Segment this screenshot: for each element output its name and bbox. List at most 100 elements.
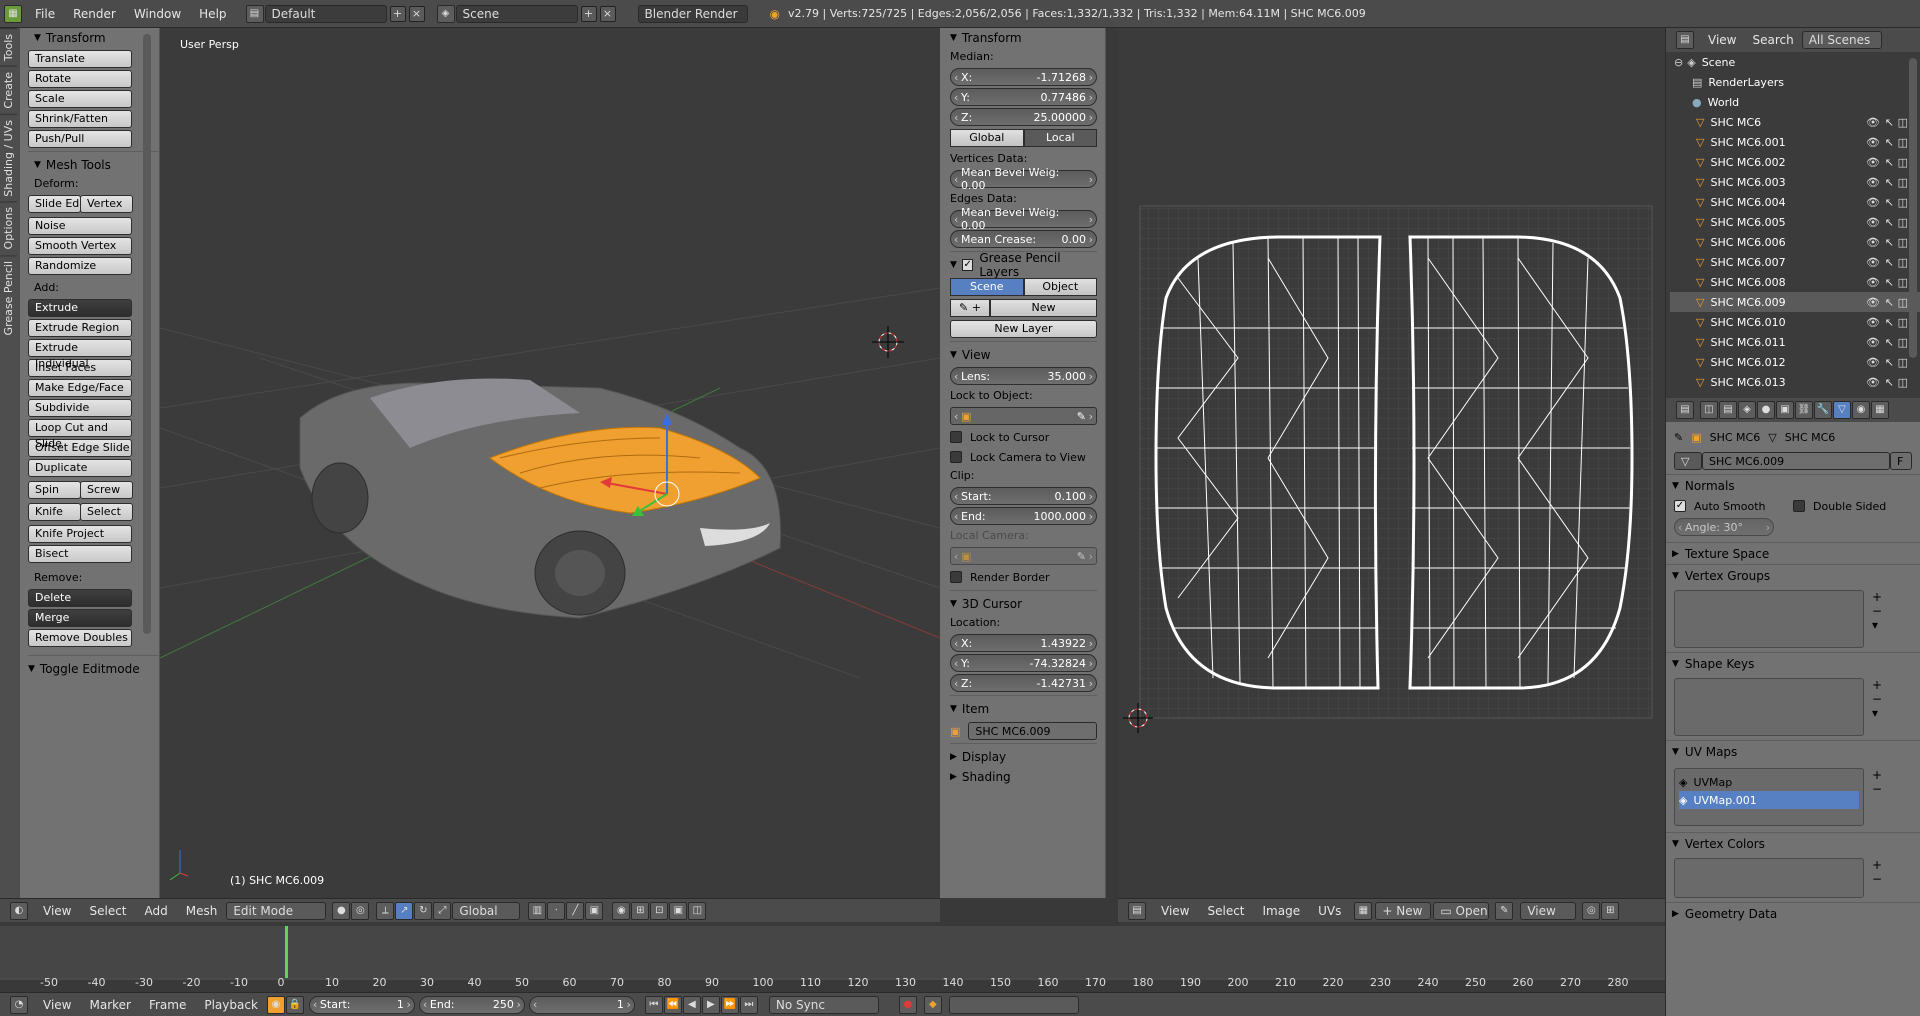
rotate-button[interactable]: Rotate <box>28 70 132 88</box>
viewport-menu-select[interactable]: Select <box>80 904 135 918</box>
clip-start-field[interactable]: Start:0.100 <box>950 487 1097 505</box>
render-icon[interactable]: ◫ <box>1898 236 1908 249</box>
uv-maps-header[interactable]: ▼ UV Maps <box>1666 740 1920 762</box>
smooth-vertex-button[interactable]: Smooth Vertex <box>28 237 132 255</box>
shading-header[interactable]: ▶ Shading <box>944 767 1097 787</box>
add-scene-icon[interactable]: + <box>580 5 597 22</box>
timeline-menu-frame[interactable]: Frame <box>140 998 195 1012</box>
render-icon[interactable]: ◫ <box>1898 276 1908 289</box>
outliner-object-row[interactable]: ▽ SHC MC6.006 👁 ↖ ◫ <box>1670 232 1920 252</box>
uv-menu-select[interactable]: Select <box>1198 904 1253 918</box>
extrude-menu[interactable]: Extrude <box>28 299 132 317</box>
visibility-icon[interactable]: 👁 <box>1866 116 1880 129</box>
keying-set-icon[interactable]: ◆ <box>923 995 942 1014</box>
visibility-icon[interactable]: 👁 <box>1866 276 1880 289</box>
outliner-object-row[interactable]: ▽ SHC MC6.003 👁 ↖ ◫ <box>1670 172 1920 192</box>
select-icon[interactable]: ↖ <box>1885 216 1894 229</box>
gp-object-toggle[interactable]: Object <box>1023 278 1097 296</box>
editor-type-icon[interactable]: ◐ <box>10 901 28 920</box>
render-icon[interactable]: ◫ <box>1898 376 1908 389</box>
snap-icon[interactable]: ⊞ <box>1601 901 1620 920</box>
material-tab-icon[interactable]: ◉ <box>1852 401 1870 419</box>
outliner-object-row[interactable]: ▽ SHC MC6.001 👁 ↖ ◫ <box>1670 132 1920 152</box>
grease-pencil-header[interactable]: ▼ ✓ Grease Pencil Layers <box>944 251 1097 279</box>
local-toggle[interactable]: Local <box>1023 129 1097 147</box>
menu-help[interactable]: Help <box>190 7 235 21</box>
visibility-icon[interactable]: 👁 <box>1866 176 1880 189</box>
add-layout-icon[interactable]: + <box>389 5 406 22</box>
fake-user-button[interactable]: F <box>1890 452 1912 470</box>
double-sided-checkbox[interactable]: Double Sided <box>1793 496 1912 516</box>
transform-props-header[interactable]: ▼ Transform <box>944 28 1097 48</box>
visibility-icon[interactable]: 👁 <box>1866 136 1880 149</box>
render-border-checkbox[interactable]: Render Border <box>950 567 1097 587</box>
render-icon[interactable]: ◫ <box>1898 176 1908 189</box>
render-tab-icon[interactable]: ◫ <box>1700 401 1718 419</box>
outliner-object-row[interactable]: ▽ SHC MC6.009 👁 ↖ ◫ <box>1670 292 1920 312</box>
render-icon[interactable]: ◫ <box>1898 316 1908 329</box>
select-icon[interactable]: ↖ <box>1885 176 1894 189</box>
scale-button[interactable]: Scale <box>28 90 132 108</box>
gp-scene-toggle[interactable]: Scene <box>950 278 1024 296</box>
sync-select[interactable]: No Sync <box>768 995 879 1014</box>
editor-type-icon[interactable]: ◔ <box>10 995 28 1014</box>
delete-menu[interactable]: Delete <box>28 589 132 607</box>
visibility-icon[interactable]: 👁 <box>1866 316 1880 329</box>
uvmap-001-item[interactable]: ◈ UVMap.001 <box>1679 791 1859 809</box>
angle-field[interactable]: Angle: 30° <box>1674 518 1774 536</box>
pin-icon[interactable]: ✎ <box>1674 431 1683 444</box>
screw-button[interactable]: Screw <box>80 481 133 499</box>
select-icon[interactable]: ↖ <box>1885 356 1894 369</box>
outliner-world-row[interactable]: ● World <box>1670 92 1920 112</box>
bisect-button[interactable]: Bisect <box>28 545 132 563</box>
uv-editor[interactable] <box>1118 28 1665 898</box>
3d-viewport[interactable]: User Persp (1) SHC MC6.009 <box>160 28 940 898</box>
vertex-bevel-weight-field[interactable]: Mean Bevel Weig: 0.00 <box>950 166 1097 192</box>
lock-camera-checkbox[interactable]: Lock Camera to View <box>950 447 1097 467</box>
knife-select-button[interactable]: Select <box>80 503 133 521</box>
rotate-icon[interactable]: ↻ <box>414 901 433 920</box>
visibility-icon[interactable]: 👁 <box>1866 236 1880 249</box>
timeline-menu-marker[interactable]: Marker <box>80 998 139 1012</box>
uv-menu-view[interactable]: View <box>1152 904 1198 918</box>
auto-smooth-checkbox[interactable]: ✓ Auto Smooth <box>1674 496 1793 516</box>
start-frame-field[interactable]: Start:1 <box>308 995 415 1014</box>
timeline-menu-playback[interactable]: Playback <box>195 998 267 1012</box>
object-tab-icon[interactable]: ▣ <box>1776 401 1794 419</box>
cursor-y-field[interactable]: Y:-74.32824 <box>950 654 1097 672</box>
orientation-select[interactable]: Global <box>452 901 521 920</box>
global-toggle[interactable]: Global <box>950 129 1024 147</box>
lock-to-cursor-checkbox[interactable]: Lock to Cursor <box>950 427 1097 447</box>
outliner-object-row[interactable]: ▽ SHC MC6.005 👁 ↖ ◫ <box>1670 212 1920 232</box>
visibility-icon[interactable]: 👁 <box>1866 356 1880 369</box>
visibility-icon[interactable]: 👁 <box>1866 376 1880 389</box>
offset-edge-slide-button[interactable]: Offset Edge Slide <box>28 439 132 457</box>
scale-icon[interactable]: ⤢ <box>433 901 452 920</box>
inset-faces-button[interactable]: Inset Faces <box>28 359 132 377</box>
render-icon[interactable]: ◫ <box>1898 356 1908 369</box>
uv-canvas[interactable] <box>1118 28 1665 898</box>
modifiers-tab-icon[interactable]: 🔧 <box>1814 401 1832 419</box>
outliner-scrollbar[interactable] <box>1909 58 1917 358</box>
slide-vertex-button[interactable]: Vertex <box>80 195 133 213</box>
render-icon[interactable]: ▣ <box>669 901 688 920</box>
mode-select[interactable]: Edit Mode <box>226 901 327 920</box>
proportional-icon[interactable]: ◉ <box>612 901 631 920</box>
translate-button[interactable]: Translate <box>28 50 132 68</box>
lens-field[interactable]: Lens:35.000 <box>950 367 1097 385</box>
subdivide-button[interactable]: Subdivide <box>28 399 132 417</box>
new-layer-button[interactable]: New Layer <box>950 320 1097 338</box>
viewport-menu-add[interactable]: Add <box>136 904 177 918</box>
outliner-object-row[interactable]: ▽ SHC MC6 👁 ↖ ◫ <box>1670 112 1920 132</box>
select-icon[interactable]: ↖ <box>1885 276 1894 289</box>
open-image-button[interactable]: ▭ Open <box>1433 901 1490 920</box>
render-icon[interactable]: ◫ <box>1898 216 1908 229</box>
noise-button[interactable]: Noise <box>28 217 132 235</box>
render-icon[interactable]: ◫ <box>1898 196 1908 209</box>
clip-end-field[interactable]: End:1000.000 <box>950 507 1097 525</box>
render-icon[interactable]: ◫ <box>1898 136 1908 149</box>
vertex-select-icon[interactable]: ⋅ <box>547 901 566 920</box>
lock-object-field[interactable]: ▣✎ <box>950 407 1097 425</box>
menu-window[interactable]: Window <box>125 7 190 21</box>
scene-icon[interactable]: ◈ <box>436 4 455 23</box>
